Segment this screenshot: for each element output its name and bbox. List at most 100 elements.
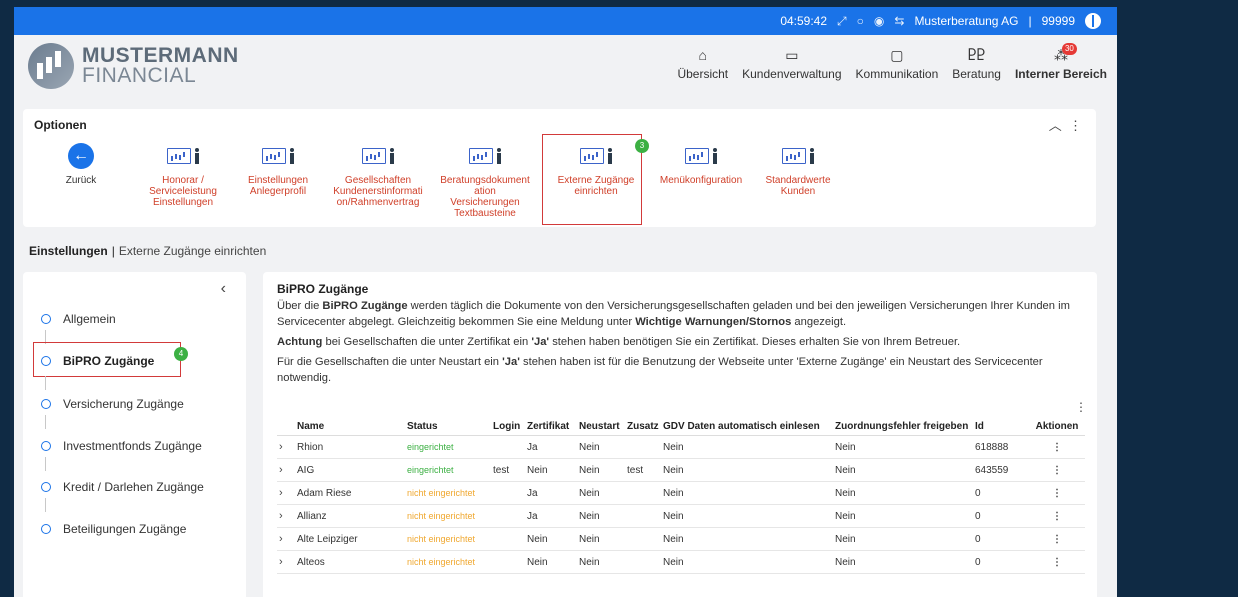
chevron-right-icon[interactable]: › [277, 550, 295, 574]
notification-badge: 30 [1061, 43, 1077, 55]
option-beratungsdokumentation[interactable]: Beratungsdokument ation Versicherungen T… [435, 143, 535, 219]
cell-zertifikat: Ja [525, 504, 577, 528]
more-actions-icon[interactable]: ⋮ [1029, 481, 1085, 505]
cell-neustart: Nein [577, 550, 625, 574]
nav-kundenverwaltung[interactable]: ▭ Kundenverwaltung [742, 47, 841, 81]
option-standardwerte[interactable]: Standardwerte Kunden [753, 143, 843, 197]
chevron-right-icon[interactable]: › [277, 458, 295, 482]
column-header: Aktionen [1029, 418, 1085, 436]
breadcrumb: Einstellungen | Externe Zugänge einrichten [29, 244, 266, 258]
cell-gdv: Nein [661, 458, 833, 482]
logo[interactable]: MUSTERMANN FINANCIAL [28, 43, 239, 89]
cell-gdv: Nein [661, 481, 833, 505]
chevron-left-icon[interactable]: ‹ [221, 280, 226, 298]
column-header[interactable]: Name [295, 418, 405, 436]
table-row[interactable]: › Allianz nicht eingerichtet Ja Nein Nein Nein… [277, 504, 1085, 528]
cell-name: AIG [295, 458, 405, 482]
option-back[interactable]: ← Zurück [51, 143, 111, 186]
sidebar-item-versicherung[interactable]: Versicherung Zugänge [41, 397, 184, 411]
chevron-right-icon[interactable]: › [277, 435, 295, 459]
status-badge: eingerichtet [405, 435, 491, 459]
circle-icon [41, 524, 51, 534]
cell-login: test [491, 458, 525, 482]
nav-interner-bereich[interactable]: ⁂ 30 Interner Bereich [1015, 43, 1107, 81]
more-actions-icon[interactable]: ⋮ [1029, 527, 1085, 551]
person-icon [809, 148, 815, 164]
column-header[interactable]: Neustart [577, 418, 625, 436]
chevron-right-icon[interactable]: › [277, 481, 295, 505]
intro-paragraph: Über die BiPRO Zugänge werden täglich di… [277, 298, 1087, 330]
table-row[interactable]: › Rhion eingerichtet Ja Nein Nein Nein 618888 ⋮ [277, 435, 1085, 459]
option-label: Serviceleistung [149, 186, 217, 197]
more-actions-icon[interactable]: ⋮ [1029, 504, 1085, 528]
more-actions-icon[interactable]: ⋮ [1029, 458, 1085, 482]
cell-zusatz [625, 550, 661, 574]
sidebar-item-kredit[interactable]: Kredit / Darlehen Zugänge [41, 480, 204, 494]
cell-zertifikat: Ja [525, 435, 577, 459]
cell-id: 643559 [973, 458, 1029, 482]
column-header[interactable]: Id [973, 418, 1029, 436]
session-timer: 04:59:42 [780, 14, 828, 28]
cell-zertifikat: Nein [525, 458, 577, 482]
option-label: Anlegerprofil [249, 186, 307, 197]
breadcrumb-separator: | [111, 244, 115, 258]
cell-name: Rhion [295, 435, 405, 459]
switch-icon[interactable]: ⇆ [894, 14, 904, 28]
cell-gdv: Nein [661, 504, 833, 528]
option-label: Zurück [65, 175, 97, 186]
chevron-right-icon[interactable]: › [277, 527, 295, 551]
table-row[interactable]: › Alte Leipziger nicht eingerichtet Nein Nei… [277, 527, 1085, 551]
column-header[interactable]: Zuordnungsfehler freigeben [833, 418, 973, 436]
sidebar-item-label: Allgemein [63, 312, 116, 326]
option-label: Textbausteine [454, 208, 516, 219]
nav-label: Kommunikation [855, 67, 939, 81]
circle-icon [41, 399, 51, 409]
option-anlegerprofil[interactable]: Einstellungen Anlegerprofil [238, 143, 318, 197]
column-header[interactable]: Zertifikat [525, 418, 577, 436]
breadcrumb-section[interactable]: Einstellungen [29, 244, 108, 258]
more-actions-icon[interactable]: ⋮ [1029, 550, 1085, 574]
settings-icon[interactable]: ◉ [874, 14, 884, 28]
text-bold: 'Ja' [531, 336, 550, 348]
nav-kommunikation[interactable]: ▢ Kommunikation [856, 47, 939, 81]
sidebar-item-beteiligungen[interactable]: Beteiligungen Zugänge [41, 522, 186, 536]
option-gesellschaften[interactable]: Gesellschaften Kundenerstinformati on/Ra… [328, 143, 428, 208]
table-menu-icon[interactable]: ⋮ [1075, 400, 1087, 414]
column-header[interactable]: Login [491, 418, 525, 436]
options-controls[interactable]: ︿ ⋮ [1049, 115, 1082, 134]
cell-name: Adam Riese [295, 481, 405, 505]
person-icon [194, 148, 200, 164]
sidebar-item-allgemein[interactable]: Allgemein [41, 312, 116, 326]
column-header[interactable]: Zusatz [625, 418, 661, 436]
status-badge: nicht eingerichtet [405, 481, 491, 505]
option-label: Honorar / [162, 175, 204, 186]
cell-name: Alteos [295, 550, 405, 574]
nav-uebersicht[interactable]: ⌂ Übersicht [677, 47, 728, 81]
cell-login [491, 550, 525, 574]
cell-zuordnung: Nein [833, 481, 973, 505]
more-actions-icon[interactable]: ⋮ [1029, 435, 1085, 459]
table-row[interactable]: › Alteos nicht eingerichtet Nein Nein Nein Nei… [277, 550, 1085, 574]
cell-name: Alte Leipziger [295, 527, 405, 551]
column-header[interactable]: GDV Daten automatisch einlesen [661, 418, 833, 436]
circle-icon [41, 482, 51, 492]
search-icon[interactable]: ○ [857, 14, 864, 28]
column-header[interactable]: Status [405, 418, 491, 436]
option-label: Kundenerstinformati [333, 186, 423, 197]
nav-beratung[interactable]: ႲႲ Beratung [952, 47, 1001, 81]
divider [45, 415, 46, 429]
table-row[interactable]: › Adam Riese nicht eingerichtet Ja Nein Nein N… [277, 481, 1085, 505]
table-row[interactable]: › AIG eingerichtet test Nein Nein test Nein Nein… [277, 458, 1085, 482]
option-honorar[interactable]: Honorar / Serviceleistung Einstellungen [138, 143, 228, 208]
user-avatar-icon[interactable] [1085, 13, 1101, 29]
table-header-row: Name Status Login Zertifikat Neustart Zu… [277, 418, 1085, 436]
expand-icon[interactable]: ⤢ [837, 14, 847, 29]
sidebar-item-label: Versicherung Zugänge [63, 397, 184, 411]
company-name[interactable]: Musterberatung AG [914, 14, 1018, 28]
chevron-right-icon[interactable]: › [277, 504, 295, 528]
sidebar-item-investmentfonds[interactable]: Investmentfonds Zugänge [41, 439, 202, 453]
cell-zuordnung: Nein [833, 435, 973, 459]
option-menuekonfiguration[interactable]: Menükonfiguration [651, 143, 751, 186]
cell-id: 0 [973, 527, 1029, 551]
option-label: Versicherungen [450, 197, 520, 208]
